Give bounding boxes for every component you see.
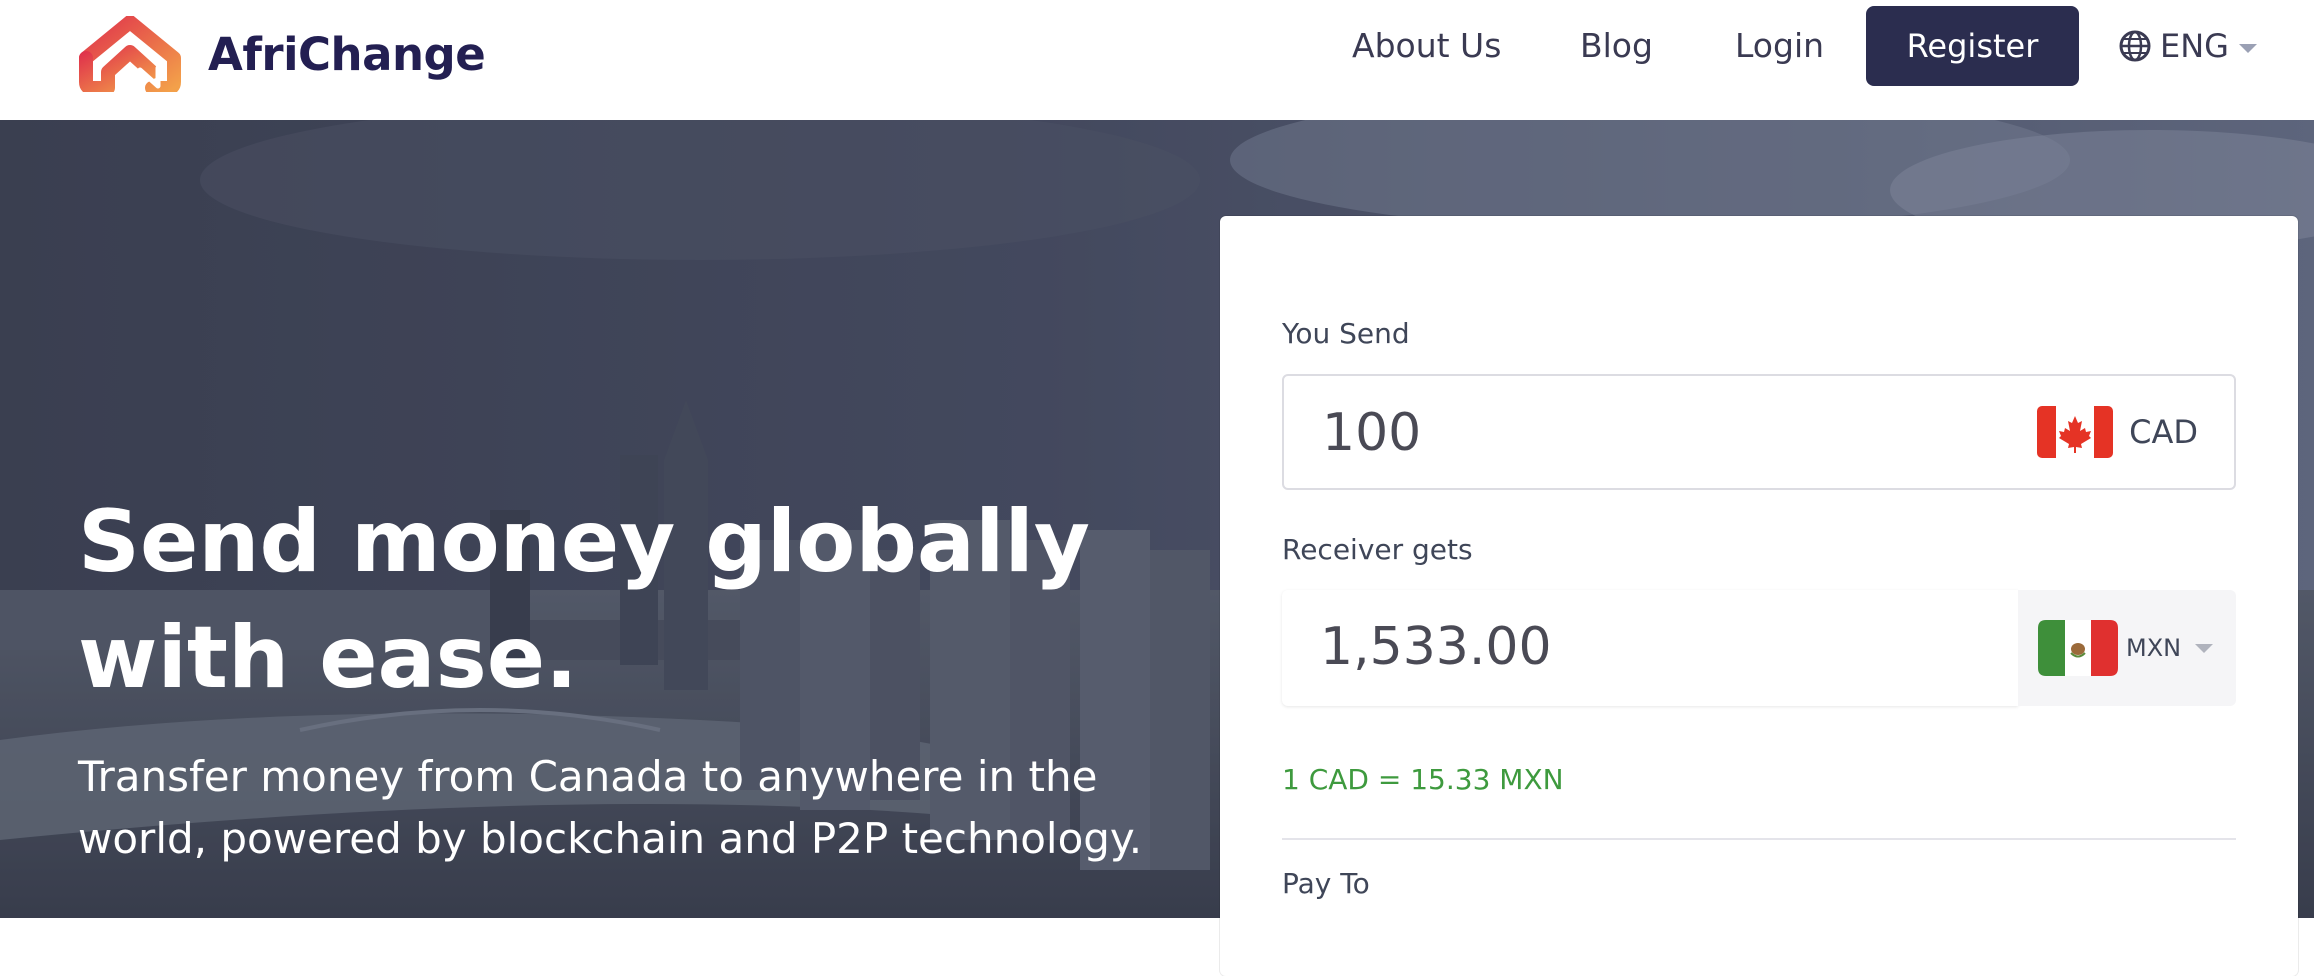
receive-amount-field[interactable] <box>1282 590 2018 706</box>
hero-title: Send money globally with ease. <box>78 492 1090 708</box>
send-amount-input[interactable] <box>1322 398 1882 468</box>
you-send-label: You Send <box>1282 317 1410 350</box>
receive-currency-code: MXN <box>2126 634 2182 662</box>
nav-blog-link[interactable]: Blog <box>1580 22 1653 70</box>
africhange-logo-icon[interactable] <box>78 16 182 92</box>
receive-currency-select[interactable]: MXN <box>2018 590 2236 706</box>
receive-amount-input[interactable] <box>1320 612 1880 682</box>
globe-icon <box>2119 30 2151 62</box>
send-amount-field[interactable]: CAD <box>1282 374 2236 490</box>
top-navbar: AfriChange About Us Blog Login Register … <box>0 0 2314 120</box>
send-currency-code: CAD <box>2129 413 2198 451</box>
hero-subtitle: Transfer money from Canada to anywhere i… <box>78 752 1143 863</box>
brand-name[interactable]: AfriChange <box>208 28 486 82</box>
nav-login-link[interactable]: Login <box>1735 22 1824 70</box>
chevron-down-icon <box>2238 43 2257 53</box>
exchange-rate-text: 1 CAD = 15.33 MXN <box>1282 763 1564 796</box>
nav-about-us-link[interactable]: About Us <box>1352 22 1501 70</box>
exchange-calculator-card: You Send CAD Receiver gets MXN <box>1220 216 2298 976</box>
divider <box>1282 838 2236 840</box>
register-button[interactable]: Register <box>1866 6 2079 86</box>
send-currency-display: CAD <box>2037 404 2198 460</box>
pay-to-label: Pay To <box>1282 867 1370 900</box>
language-label: ENG <box>2160 27 2229 65</box>
canada-flag-icon <box>2037 406 2114 458</box>
mexico-flag-icon <box>2038 620 2118 676</box>
language-selector[interactable]: ENG <box>2118 22 2257 70</box>
receiver-gets-label: Receiver gets <box>1282 533 1473 566</box>
chevron-down-icon <box>2195 643 2214 653</box>
